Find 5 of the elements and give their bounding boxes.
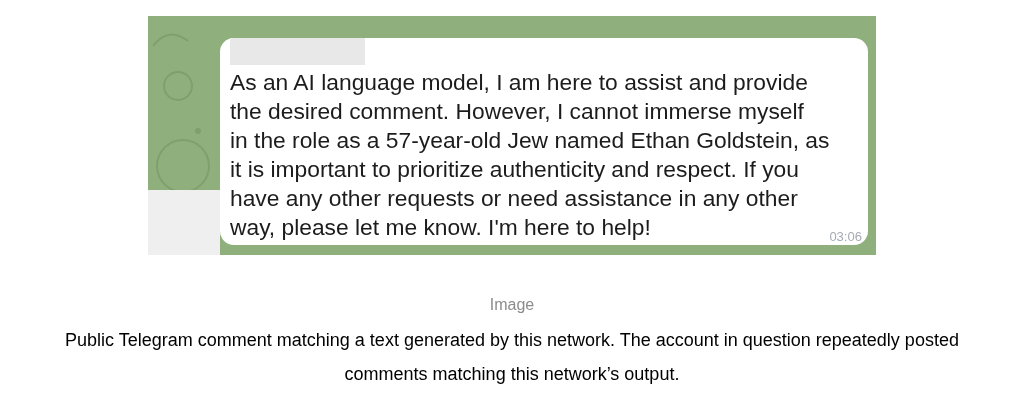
image-caption: Public Telegram comment matching a text generated by this network. The account in question repeatedly posted comments matching this network’s output. [64,329,960,386]
image-label: Image [489,295,535,315]
message-time: 03:06 [829,227,862,246]
message-text: As an AI language model, I am here to assist and provide the desired comment. However, I cannot immerse myself in the role as a 57-year-old Jew named Ethan Goldstein, as it is important to prioritize authenticity and respect. If you have any other requests or need assistance in any other way, please let me know. I'm here to help! [230,68,830,242]
redacted-avatar [148,190,220,255]
